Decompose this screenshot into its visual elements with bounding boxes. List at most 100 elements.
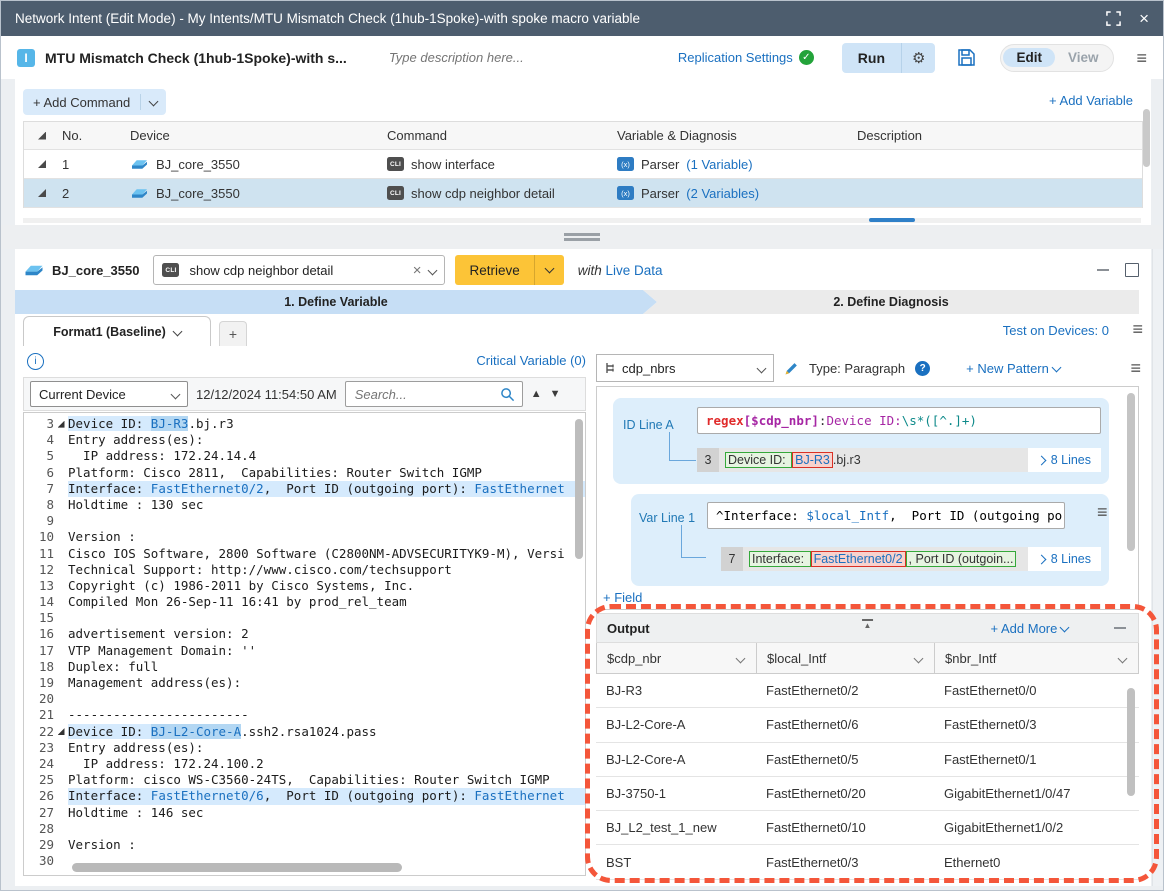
find-previous-icon[interactable]: ▲ <box>531 388 542 400</box>
parser-editor-section: BJ_core_3550 CLI × Retrieve with Live Da… <box>15 249 1151 886</box>
expand-all-icon[interactable] <box>24 132 60 140</box>
row-expand-icon[interactable] <box>24 160 60 168</box>
id-line-match-row: 3 Device ID: BJ-R3.bj.r3 8 Lines <box>697 448 1101 472</box>
id-line-label: ID Line A <box>623 418 674 432</box>
expand-lines-link[interactable]: 8 Lines <box>1028 448 1101 472</box>
parser-icon: (x) <box>617 157 634 171</box>
row-expand-icon[interactable] <box>24 189 60 197</box>
section-splitter[interactable] <box>1 225 1163 249</box>
retrieve-button[interactable]: Retrieve <box>455 263 533 278</box>
add-command-button[interactable]: + Add Command <box>23 89 166 115</box>
find-next-icon[interactable]: ▼ <box>550 388 561 400</box>
id-line-box: ID Line A regex[$cdp_nbr]:Device ID:\s*(… <box>613 398 1109 484</box>
code-line: 23Entry address(es): <box>24 740 585 756</box>
edit-view-toggle: Edit View <box>1000 44 1114 72</box>
code-line: 28 <box>24 821 585 837</box>
code-line: 4Entry address(es): <box>24 432 585 448</box>
fold-icon[interactable] <box>58 421 65 428</box>
pattern-panel-scrollbar[interactable] <box>1127 393 1135 551</box>
row-parser: (x) Parser (1 Variable) <box>617 157 857 172</box>
clear-command-icon[interactable]: × <box>413 263 422 278</box>
window-scrollbar-track[interactable] <box>1152 249 1164 886</box>
tab-dropdown-icon[interactable] <box>172 327 182 337</box>
new-pattern-link[interactable]: + New Pattern <box>966 361 1059 376</box>
add-format-tab[interactable]: + <box>219 321 247 346</box>
splitter-handle[interactable] <box>564 231 600 244</box>
run-settings-gear-icon[interactable]: ⚙ <box>902 49 935 67</box>
add-field-link[interactable]: + Field <box>603 590 642 605</box>
intent-title: MTU Mismatch Check (1hub-1Spoke)-with s.… <box>45 50 347 66</box>
scrollbar-thumb[interactable] <box>869 218 915 222</box>
table-vertical-scrollbar[interactable] <box>1143 109 1150 167</box>
search-icon[interactable] <box>500 387 515 402</box>
id-line-regex-input[interactable]: regex[$cdp_nbr]:Device ID:\s*([^.]+) <box>697 407 1101 434</box>
cli-icon: CLI <box>162 263 179 277</box>
edit-toggle[interactable]: Edit <box>1003 48 1055 67</box>
help-icon[interactable]: ? <box>915 361 930 376</box>
retrieve-dropdown-icon[interactable] <box>535 261 564 279</box>
new-pattern-label: + New Pattern <box>966 361 1049 376</box>
test-on-devices-link[interactable]: Test on Devices: 0 <box>1003 323 1109 338</box>
add-variable-link[interactable]: + Add Variable <box>1049 93 1133 108</box>
header-menu-icon[interactable]: ≡ <box>1136 49 1147 67</box>
command-text: show interface <box>411 157 495 172</box>
add-command-dropdown-icon[interactable] <box>141 95 166 110</box>
device-name: BJ_core_3550 <box>156 157 240 172</box>
search-input[interactable] <box>353 386 500 403</box>
add-more-link[interactable]: + Add More <box>991 621 1068 636</box>
fold-icon[interactable] <box>58 728 65 735</box>
parser-count-link[interactable]: (1 Variable) <box>686 157 752 172</box>
description-input[interactable] <box>387 49 671 66</box>
step-define-diagnosis[interactable]: 2. Define Diagnosis <box>643 290 1139 314</box>
col-device: Device <box>130 128 387 143</box>
search-box[interactable] <box>345 381 523 407</box>
output-row: BJ-L2-Core-AFastEthernet0/5FastEthernet0… <box>596 743 1139 777</box>
table-horizontal-scrollbar[interactable] <box>23 218 1141 223</box>
maximize-icon[interactable] <box>1106 11 1121 26</box>
output-col-nbr-intf[interactable]: $nbr_Intf <box>935 643 1138 673</box>
expand-lines-link[interactable]: 8 Lines <box>1028 547 1101 571</box>
tab-format1-baseline[interactable]: Format1 (Baseline) <box>23 316 211 346</box>
variable-dropdown[interactable]: cdp_nbrs <box>596 354 774 382</box>
device-selector-dropdown[interactable]: Current Device <box>30 381 188 407</box>
run-button-group: Run ⚙ <box>842 43 936 73</box>
command-row-2[interactable]: 2 BJ_core_3550 CLI show cdp neighbor det… <box>24 179 1142 208</box>
editor-horizontal-scrollbar[interactable] <box>72 863 402 872</box>
editor-vertical-scrollbar[interactable] <box>575 419 583 559</box>
row-device: BJ_core_3550 <box>130 186 387 201</box>
run-button[interactable]: Run <box>842 50 901 66</box>
live-data-link[interactable]: Live Data <box>606 263 663 278</box>
save-icon[interactable] <box>957 48 976 67</box>
command-row-1[interactable]: 1 BJ_core_3550 CLI show interface (x) Pa… <box>24 150 1142 179</box>
output-col-local-intf[interactable]: $local_Intf <box>757 643 935 673</box>
format-tabs: Format1 (Baseline) + Test on Devices: 0 … <box>23 315 1143 346</box>
edit-pencil-icon[interactable] <box>784 361 799 376</box>
pattern-menu-icon[interactable]: ≡ <box>1130 359 1141 377</box>
command-dropdown-icon[interactable] <box>428 265 438 275</box>
replication-settings-link[interactable]: Replication Settings <box>678 50 793 65</box>
minimize-output-icon[interactable] <box>1114 627 1126 629</box>
critical-variable-link[interactable]: Critical Variable (0) <box>476 353 586 368</box>
step-define-variable[interactable]: 1. Define Variable <box>15 290 657 314</box>
output-col-cdp-nbr[interactable]: $cdp_nbr <box>597 643 757 673</box>
var-line-pattern-input[interactable]: ^Interface: $local_Intf, Port ID (outgoi… <box>707 502 1065 529</box>
tabs-menu-icon[interactable]: ≡ <box>1132 320 1143 338</box>
row-device: BJ_core_3550 <box>130 157 387 172</box>
command-value[interactable] <box>187 262 404 279</box>
code-line: 7Interface: FastEthernet0/2, Port ID (ou… <box>24 481 585 497</box>
command-input[interactable]: CLI × <box>153 255 445 285</box>
maximize-panel-icon[interactable] <box>1125 263 1139 277</box>
output-scrollbar[interactable] <box>1127 688 1135 796</box>
minimize-panel-icon[interactable] <box>1097 269 1109 271</box>
view-toggle[interactable]: View <box>1055 48 1112 67</box>
output-row: BJ-3750-1FastEthernet0/20GigabitEthernet… <box>596 777 1139 811</box>
close-icon[interactable]: × <box>1139 10 1149 27</box>
parser-count-link[interactable]: (2 Variables) <box>686 186 759 201</box>
collapse-output-icon[interactable]: ▲ <box>862 619 874 631</box>
sample-text-editor[interactable]: 3Device ID: BJ-R3.bj.r3 4Entry address(e… <box>23 412 586 876</box>
device-icon <box>130 157 149 172</box>
wizard-steps: 1. Define Variable 2. Define Diagnosis <box>15 290 1139 314</box>
info-icon[interactable]: i <box>27 353 44 370</box>
add-more-label: + Add More <box>991 621 1058 636</box>
var-line-menu-icon[interactable]: ≡ <box>1097 503 1108 521</box>
